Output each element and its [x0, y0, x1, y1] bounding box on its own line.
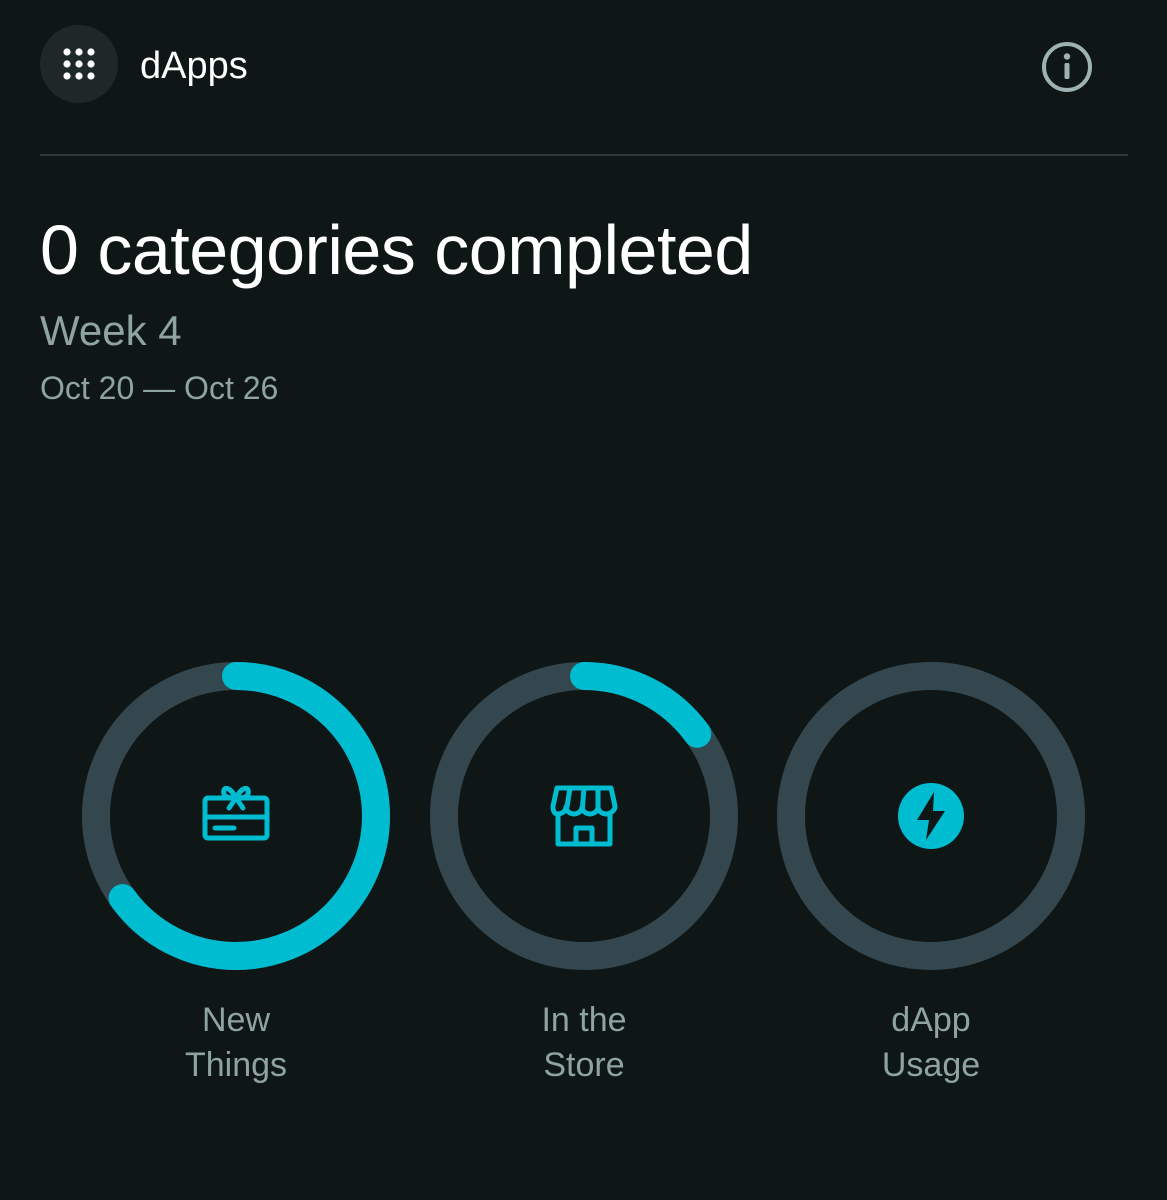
week-date-range: Oct 20 — Oct 26	[40, 370, 279, 406]
category-label-line1: New	[201, 1001, 271, 1039]
apps-menu-button[interactable]	[40, 25, 118, 103]
progress-ring	[428, 660, 740, 972]
progress-ring	[80, 660, 392, 972]
gift-card-icon	[202, 786, 270, 841]
progress-ring	[775, 660, 1087, 972]
lightning-bolt-icon	[898, 783, 964, 849]
category-label: In the Store	[428, 998, 740, 1088]
category-dapp-usage[interactable]: dApp Usage	[775, 660, 1087, 1090]
info-icon	[1042, 42, 1092, 92]
category-label-line2: Usage	[881, 1046, 981, 1084]
category-label-line2: Things	[184, 1046, 288, 1084]
category-label: dApp Usage	[775, 998, 1087, 1088]
app-title: dApps	[140, 45, 248, 87]
header-divider	[40, 154, 1128, 156]
storefront-icon	[550, 785, 618, 847]
grid-dots-icon	[63, 48, 95, 80]
category-new-things[interactable]: New Things	[80, 660, 392, 1090]
week-label: Week 4	[40, 307, 182, 354]
category-label-line2: Store	[543, 1046, 625, 1084]
completion-headline: 0 categories completed	[40, 211, 753, 289]
info-button[interactable]	[1040, 40, 1094, 94]
category-label-line1: In the	[541, 1001, 627, 1039]
category-label: New Things	[80, 998, 392, 1088]
category-label-line1: dApp	[891, 1001, 971, 1039]
category-in-the-store[interactable]: In the Store	[428, 660, 740, 1090]
page: dApps 0 categories completed Week 4 Oct …	[0, 0, 1167, 1200]
